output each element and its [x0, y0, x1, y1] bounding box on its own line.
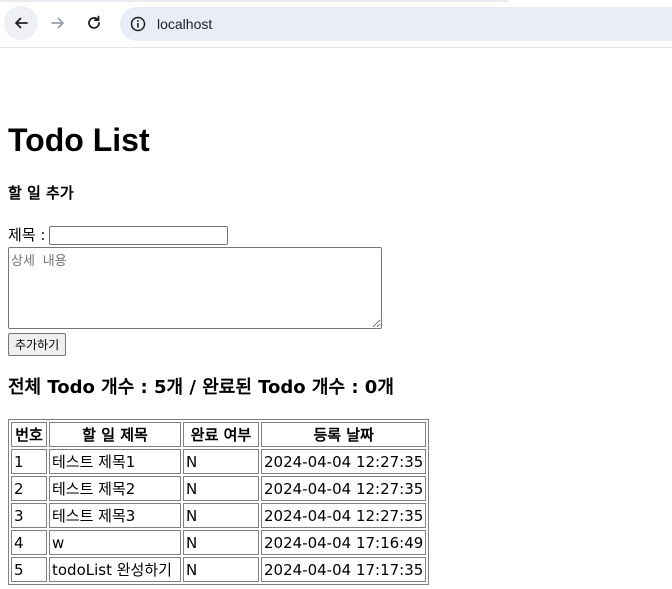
reload-icon: [88, 15, 100, 29]
done-count-label: 완료된 Todo 개수 :: [202, 377, 365, 398]
cell-done: N: [183, 503, 259, 528]
cell-title: todoList 완성하기: [49, 557, 181, 582]
page-title: Todo List: [8, 122, 150, 158]
done-count-value: 0개: [364, 377, 394, 398]
todo-count-summary: 전체 Todo 개수 : 5개 / 완료된 Todo 개수 : 0개: [8, 376, 394, 400]
browser-toolbar: localhost: [0, 0, 672, 48]
cell-date: 2024-04-04 17:17:35: [261, 557, 427, 582]
title-label: 제목 :: [8, 226, 46, 244]
arrow-left-icon: [15, 17, 28, 29]
cell-number: 1: [11, 449, 47, 474]
arrow-right-icon: [51, 17, 64, 29]
cell-title: 테스트 제목1: [49, 449, 181, 474]
cell-date: 2024-04-04 12:27:35: [261, 449, 427, 474]
header-number: 번호: [11, 422, 47, 447]
title-row: 제목 :: [8, 225, 229, 245]
table-row: 3 테스트 제목3 N 2024-04-04 12:27:35: [11, 503, 427, 528]
table-row: 4 w N 2024-04-04 17:16:49: [11, 530, 427, 555]
address-bar[interactable]: localhost: [120, 7, 672, 41]
cell-done: N: [183, 557, 259, 582]
table-row: 2 테스트 제목2 N 2024-04-04 12:27:35: [11, 476, 427, 501]
table-header-row: 번호 할 일 제목 완료 여부 등록 날짜: [11, 422, 427, 447]
cell-done: N: [183, 449, 259, 474]
cell-date: 2024-04-04 12:27:35: [261, 503, 427, 528]
cell-date: 2024-04-04 17:16:49: [261, 530, 427, 555]
detail-textarea[interactable]: [8, 247, 382, 329]
cell-done: N: [183, 476, 259, 501]
info-icon[interactable]: [129, 15, 147, 33]
cell-title: w: [49, 530, 181, 555]
cell-number: 3: [11, 503, 47, 528]
cell-number: 5: [11, 557, 47, 582]
header-title: 할 일 제목: [49, 422, 181, 447]
cell-number: 4: [11, 530, 47, 555]
add-section-title: 할 일 추가: [8, 184, 74, 202]
total-count-label: 전체 Todo 개수 :: [8, 377, 155, 398]
table-row: 5 todoList 완성하기 N 2024-04-04 17:17:35: [11, 557, 427, 582]
url-text: localhost: [157, 16, 213, 32]
loading-indicator: [0, 0, 508, 2]
title-input[interactable]: [49, 225, 229, 245]
add-button[interactable]: 추가하기: [8, 333, 67, 356]
count-separator: /: [183, 377, 203, 398]
header-date: 등록 날짜: [261, 422, 427, 447]
total-count-value: 5개: [154, 377, 184, 398]
back-button[interactable]: [4, 6, 38, 40]
cell-title: 테스트 제목3: [49, 503, 181, 528]
todo-table: 번호 할 일 제목 완료 여부 등록 날짜 1 테스트 제목1 N 2024-0…: [8, 419, 430, 585]
cell-done: N: [183, 530, 259, 555]
header-done: 완료 여부: [183, 422, 259, 447]
cell-date: 2024-04-04 12:27:35: [261, 476, 427, 501]
table-row: 1 테스트 제목1 N 2024-04-04 12:27:35: [11, 449, 427, 474]
cell-title: 테스트 제목2: [49, 476, 181, 501]
cell-number: 2: [11, 476, 47, 501]
forward-button[interactable]: [41, 6, 75, 40]
reload-button[interactable]: [77, 6, 111, 40]
